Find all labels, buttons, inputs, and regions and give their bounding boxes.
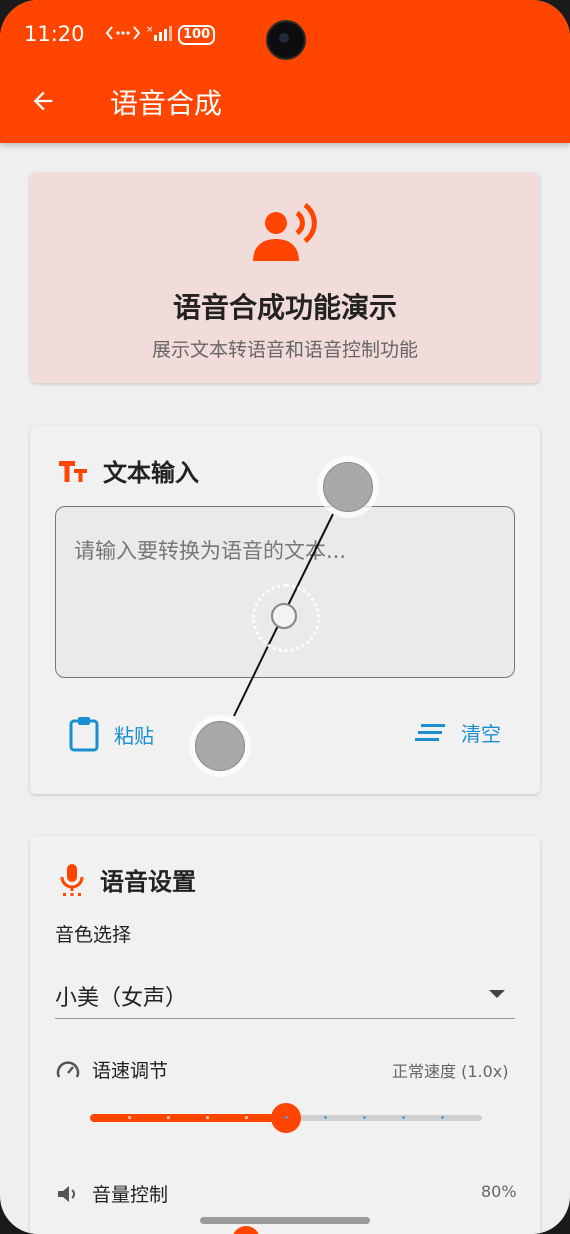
gesture-line-lower bbox=[233, 645, 269, 717]
screen: 11:20 × 100 语音合成 语音合成功能演示 展示文本转语音和语音控制功能 bbox=[0, 0, 570, 1234]
gesture-touch-start bbox=[323, 462, 373, 512]
gesture-touch-end bbox=[195, 721, 245, 771]
gesture-center-point bbox=[271, 603, 297, 629]
